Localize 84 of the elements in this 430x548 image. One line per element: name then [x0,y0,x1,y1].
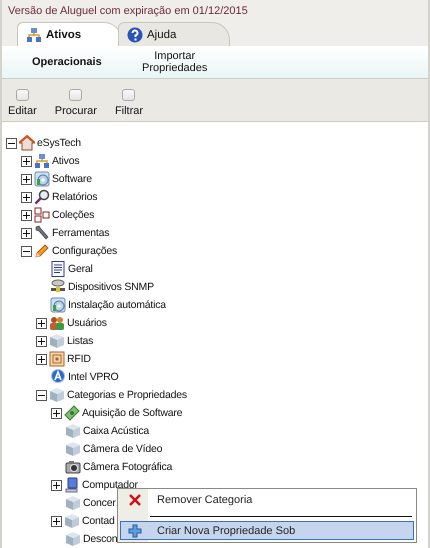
tree-item[interactable]: Aquisição de Software [82,407,182,419]
tree-item[interactable]: eSysTech [37,137,81,149]
plus-icon [23,158,30,164]
cube-icon [65,423,81,439]
cube-icon [65,441,81,457]
tree-item[interactable]: Descon [83,533,118,545]
tree-item[interactable]: Usuários [67,317,107,329]
plus-icon [23,230,30,236]
expand-button[interactable] [51,480,62,490]
subnav-link[interactable]: Operacionais [32,56,102,68]
expand-button[interactable] [51,408,62,418]
wrench-icon [34,225,50,241]
expand-button[interactable] [21,228,32,238]
tree-item[interactable]: Caixa Acústica [83,425,150,437]
tree-item[interactable]: Configurações [52,245,118,257]
menu-item[interactable]: Criar Nova Propriedade Sob [120,521,414,540]
toolbar-button[interactable]: Procurar [54,89,97,117]
computer-icon [64,477,80,493]
document-icon [50,261,66,277]
magnifier-icon [34,189,50,205]
tree-item[interactable]: Concer [83,497,116,509]
help-icon [127,26,143,42]
tree-item[interactable]: Relatórios [52,191,98,203]
expand-button[interactable] [21,174,32,184]
cube-icon [65,531,81,547]
tree-item[interactable]: Listas [67,335,94,347]
plus-icon [23,194,30,200]
toolbar-button[interactable]: Editar [8,89,37,117]
badge-icon [50,369,66,385]
tree-item[interactable]: Câmera Fotográfica [83,461,172,473]
disc-box-icon [34,171,50,187]
collapse-button[interactable] [6,138,17,148]
cube-icon [49,333,65,349]
plus-icon [23,176,30,182]
plus-icon [53,410,60,416]
rfid-icon [49,351,65,367]
tab[interactable]: Ajuda [118,22,230,46]
plus-icon [38,356,45,362]
collapse-button[interactable] [21,246,32,256]
expand-button[interactable] [36,336,47,346]
tree-item[interactable]: Ferramentas [52,227,110,239]
plus-icon [23,212,30,218]
banknote-icon [64,405,80,421]
license-notice: Versão de Aluguel com expiração em 01/12/2015 [8,5,249,17]
cube-icon [49,387,65,403]
tree-item[interactable]: Câmera de Vídeo [83,443,162,455]
collection-icon [34,207,50,223]
server-icon [50,279,66,295]
plus-icon [127,522,143,539]
tree-item[interactable]: Computador [82,479,138,491]
close-icon [127,492,143,508]
cube-icon [64,513,80,529]
expand-button[interactable] [36,354,47,364]
camera-icon [65,459,81,475]
tree-item[interactable]: Categorias e Propriedades [67,389,187,401]
tree-item[interactable]: Geral [68,263,93,275]
house-icon [19,135,35,151]
menu-item[interactable]: Remover Categoria [120,491,414,510]
network-icon [34,153,50,169]
plus-icon [53,518,60,524]
plus-icon [53,482,60,488]
tree-item[interactable]: Software [52,173,92,185]
expand-button[interactable] [21,156,32,166]
expand-button[interactable] [21,210,32,220]
tree-item[interactable]: Coleções [52,209,94,221]
cube-icon [65,495,81,511]
plus-icon [38,338,45,344]
disc-box-icon [50,297,66,313]
tree-item[interactable]: Contad [82,515,115,527]
plus-icon [38,320,45,326]
pencil-icon [34,243,50,259]
collapse-button[interactable] [36,390,47,400]
tree-item[interactable]: Intel VPRO [68,371,119,383]
tree-item[interactable]: RFID [67,353,91,365]
expand-button[interactable] [51,516,62,526]
users-icon [49,315,65,331]
expand-button[interactable] [21,192,32,202]
network-icon [26,26,42,42]
toolbar-button[interactable]: Filtrar [114,89,144,117]
tree-item[interactable]: Instalação automática [68,299,166,311]
expand-button[interactable] [36,318,47,328]
subnav-link[interactable]: Importar Propriedades [140,50,210,74]
tree-item[interactable]: Ativos [52,155,80,167]
tree-item[interactable]: Dispositivos SNMP [68,281,154,293]
